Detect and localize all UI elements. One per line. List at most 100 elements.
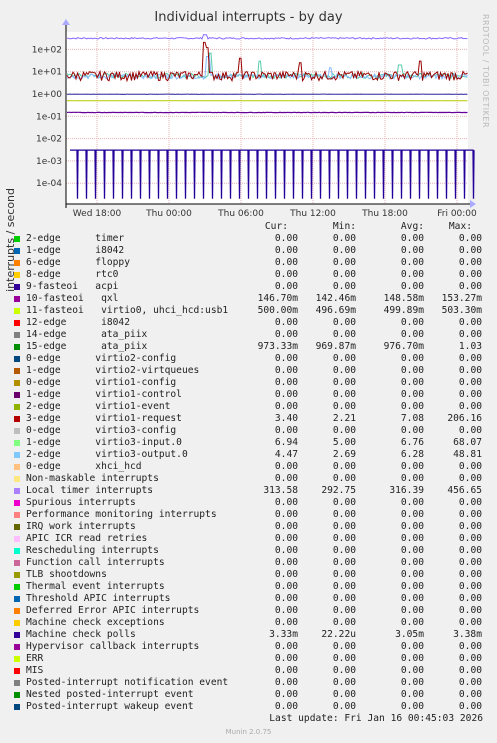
legend-max: 0.00: [458, 281, 482, 292]
legend-item: 1-edge virtio2-virtqueues 0.00 0.00 0.00 0.0…: [0, 365, 497, 377]
legend-item: 10-fasteoi qxl 146.70m 142.46m 148.58m 153.2…: [0, 293, 497, 305]
legend-min: 2.21: [332, 413, 356, 424]
legend-max: 0.00: [458, 233, 482, 244]
y-tick-label: 1e-03: [36, 157, 62, 167]
x-tick-label: Fri 00:00: [437, 209, 477, 219]
legend-item: 0-edge virtio3-config 0.00 0.00 0.00 0.00: [0, 425, 497, 437]
x-tick-label: Thu 00:00: [145, 209, 192, 219]
legend-swatch: [14, 488, 20, 494]
legend-min: 0.00: [332, 677, 356, 688]
legend-label: IRQ work interrupts: [26, 521, 136, 532]
legend-header-min: Min:: [332, 221, 356, 232]
legend-item: 14-edge ata_piix 0.00 0.00 0.00 0.00: [0, 329, 497, 341]
legend-max: 456.65: [447, 485, 482, 496]
legend-item: Non-maskable interrupts 0.00 0.00 0.00 0.00: [0, 473, 497, 485]
legend-swatch: [14, 260, 20, 266]
y-tick-label: 1e-04: [36, 179, 62, 189]
legend-max: 0.00: [458, 533, 482, 544]
legend-header-max: Max:: [448, 221, 472, 232]
legend-item: 0-edge virtio2-config 0.00 0.00 0.00 0.00: [0, 353, 497, 365]
legend-min: 142.46m: [315, 293, 356, 304]
legend-item: Machine check polls 3.33m 22.22u 3.05m 3.38m: [0, 629, 497, 641]
legend-max: 0.00: [458, 245, 482, 256]
legend-header-cur: Cur:: [264, 221, 288, 232]
legend-swatch: [14, 344, 20, 350]
legend-label: Threshold APIC interrupts: [26, 593, 171, 604]
legend-label: 6-edge floppy: [26, 257, 130, 268]
legend-item: 12-edge i8042 0.00 0.00 0.00 0.00: [0, 317, 497, 329]
legend-label: 9-fasteoi acpi: [26, 281, 119, 292]
legend-max: 0.00: [458, 689, 482, 700]
y-tick-label: 1e+02: [32, 45, 62, 55]
legend-swatch: [14, 572, 20, 578]
munin-version: Munin 2.0.75: [225, 728, 272, 736]
legend-item: Posted-interrupt notification event 0.00 0…: [0, 677, 497, 689]
legend-min: 969.87m: [315, 341, 356, 352]
legend-swatch: [14, 524, 20, 530]
legend-swatch: [14, 692, 20, 698]
legend-swatch: [14, 512, 20, 518]
legend-max: 153.27m: [441, 293, 482, 304]
legend-min: 0.00: [332, 665, 356, 676]
legend-max: 0.00: [458, 605, 482, 616]
legend-swatch: [14, 560, 20, 566]
legend-max: 0.00: [458, 257, 482, 268]
legend-max: 503.30m: [441, 305, 482, 316]
legend-label: Performance monitoring interrupts: [26, 509, 217, 520]
legend-max: 0.00: [458, 509, 482, 520]
y-tick-label: 1e-01: [36, 112, 62, 122]
legend-label: Rescheduling interrupts: [26, 545, 159, 556]
legend-label: Machine check polls: [26, 629, 136, 640]
legend-item: Hypervisor callback interrupts 0.00 0.00 0.…: [0, 641, 497, 653]
legend-label: 10-fasteoi qxl: [26, 293, 119, 304]
legend-label: 0-edge virtio3-config: [26, 425, 177, 436]
legend-min: 22.22u: [321, 629, 356, 640]
legend-label: Thermal event interrupts: [26, 581, 165, 592]
legend-max: 0.00: [458, 701, 482, 712]
legend-min: 0.00: [332, 377, 356, 388]
legend-label: 11-fasteoi virtio0, uhci_hcd:usb1: [26, 305, 229, 316]
legend-item: 0-edge xhci_hcd 0.00 0.00 0.00 0.00: [0, 461, 497, 473]
legend-max: 0.00: [458, 461, 482, 472]
legend-label: 0-edge virtio1-config: [26, 377, 177, 388]
legend-max: 68.07: [453, 437, 482, 448]
legend-label: Local timer interrupts: [26, 485, 154, 496]
legend-item: 2-edge virtio3-output.0 4.47 2.69 6.28 48.81: [0, 449, 497, 461]
legend-min: 0.00: [332, 557, 356, 568]
legend-max: 0.00: [458, 677, 482, 688]
legend-min: 2.69: [332, 449, 356, 460]
legend-label: 1-edge virtio2-virtqueues: [26, 365, 200, 376]
legend-min: 0.00: [332, 281, 356, 292]
legend-swatch: [14, 704, 20, 710]
legend-max: 0.00: [458, 581, 482, 592]
legend-swatch: [14, 668, 20, 674]
legend-min: 0.00: [332, 605, 356, 616]
legend-item: 15-edge ata_piix 973.33m 969.87m 976.70m 1.0…: [0, 341, 497, 353]
legend-min: 292.75: [321, 485, 356, 496]
legend-label: Nested posted-interrupt event: [26, 689, 194, 700]
legend-swatch: [14, 332, 20, 338]
legend-max: 0.00: [458, 545, 482, 556]
legend-max: 0.00: [458, 641, 482, 652]
legend-min: 0.00: [332, 269, 356, 280]
legend-item: Nested posted-interrupt event 0.00 0.00 0.0…: [0, 689, 497, 701]
legend-label: 0-edge xhci_hcd: [26, 461, 142, 472]
legend-max: 0.00: [458, 569, 482, 580]
legend-item: 3-edge virtio1-request 3.40 2.21 7.08 206.16: [0, 413, 497, 425]
legend-min: 0.00: [332, 317, 356, 328]
legend-item: 1-edge virtio3-input.0 6.94 5.00 6.76 68.07: [0, 437, 497, 449]
legend-min: 0.00: [332, 569, 356, 580]
legend-item: Spurious interrupts 0.00 0.00 0.00 0.00: [0, 497, 497, 509]
y-axis-arrow: [62, 19, 70, 25]
legend-swatch: [14, 620, 20, 626]
legend-item: 2-edge virtio1-event 0.00 0.00 0.00 0.00: [0, 401, 497, 413]
legend-item: Posted-interrupt wakeup event 0.00 0.00 0.0…: [0, 701, 497, 713]
legend-max: 3.38m: [453, 629, 482, 640]
legend-min: 0.00: [332, 245, 356, 256]
legend-label: Posted-interrupt notification event: [26, 677, 229, 688]
legend-item: IRQ work interrupts 0.00 0.00 0.00 0.00: [0, 521, 497, 533]
legend-item: 6-edge floppy 0.00 0.00 0.00 0.00: [0, 257, 497, 269]
legend-item: ERR 0.00 0.00 0.00 0.00: [0, 653, 497, 665]
legend-swatch: [14, 452, 20, 458]
legend-item: 1-edge i8042 0.00 0.00 0.00 0.00: [0, 245, 497, 257]
